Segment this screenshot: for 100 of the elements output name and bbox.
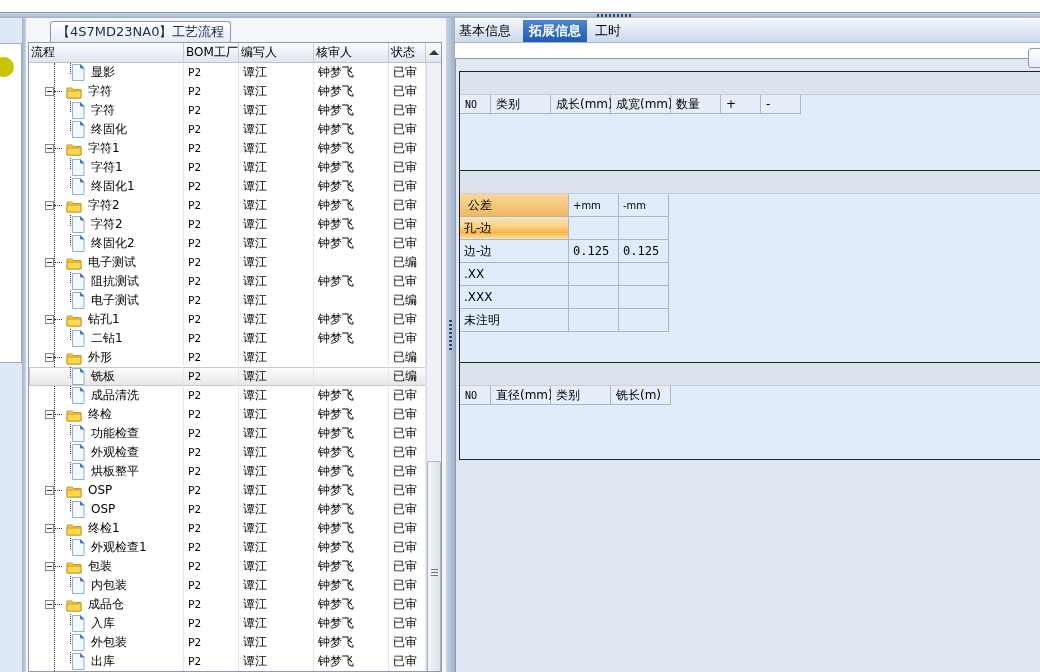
table-cell[interactable] [619,217,669,240]
table-cell[interactable] [619,286,669,309]
node-label: 内包装 [91,577,127,594]
column-header[interactable]: 铣长(m) [611,386,671,405]
table-cell[interactable]: 0.125 [569,240,619,263]
column-header[interactable]: 成长(mm) [551,95,611,114]
row-label[interactable]: 未注明 [460,309,569,332]
cell-text: 钟梦飞 [318,217,354,231]
cell-text: P2 [188,598,202,611]
tree-row[interactable]: 铣板 P2 谭江 已编 [29,367,426,386]
tab[interactable]: 工时 [591,20,625,42]
column-header[interactable]: - [761,95,801,114]
collapse-icon[interactable] [45,87,54,96]
tree-row[interactable]: 烘板整平 P2 谭江 钟梦飞 已审 [29,462,426,481]
cell-text: 已审 [393,312,417,326]
table-cell[interactable] [569,286,619,309]
tree-row[interactable]: 入库 P2 谭江 钟梦飞 已审 [29,614,426,633]
tree-row[interactable]: 终固化2 P2 谭江 钟梦飞 已审 [29,234,426,253]
table-cell[interactable] [619,263,669,286]
node-label: 外形 [88,349,112,366]
table-cell[interactable] [569,263,619,286]
collapse-icon[interactable] [45,410,54,419]
cell-text: 钟梦飞 [318,521,354,535]
cell-text: 谭江 [243,483,267,497]
table-cell[interactable] [569,309,619,332]
tree-row[interactable]: 功能检查 P2 谭江 钟梦飞 已审 [29,424,426,443]
file-icon [71,368,85,385]
column-header[interactable]: 编写人 [239,43,314,62]
tree-row[interactable]: 显影 P2 谭江 钟梦飞 已审 [29,63,426,82]
column-header[interactable]: 状态 [389,43,426,62]
collapse-icon[interactable] [45,144,54,153]
collapse-icon[interactable] [45,258,54,267]
tree-row[interactable]: 终固化 P2 谭江 钟梦飞 已审 [29,120,426,139]
scrollbar-thumb[interactable] [427,461,441,671]
column-header[interactable]: NO [460,386,491,405]
column-header[interactable]: 核审人 [314,43,389,62]
row-label[interactable]: 孔-边 [460,217,569,240]
tree-row[interactable]: 包装 P2 谭江 钟梦飞 已审 [29,557,426,576]
tree-row[interactable]: 字符1 P2 谭江 钟梦飞 已审 [29,158,426,177]
file-icon [71,273,85,290]
tree-row[interactable]: 字符 P2 谭江 钟梦飞 已审 [29,101,426,120]
splitter-grip-icon[interactable] [597,14,633,17]
collapse-icon[interactable] [45,524,54,533]
tree-row[interactable]: OSP P2 谭江 钟梦飞 已审 [29,500,426,519]
collapse-icon[interactable] [45,353,54,362]
tab[interactable]: 拓展信息 [523,20,587,42]
tree-row[interactable]: 终检 P2 谭江 钟梦飞 已审 [29,405,426,424]
column-header[interactable]: -mm [619,194,669,217]
tree-row[interactable]: 电子测试 P2 谭江 已编 [29,253,426,272]
column-header[interactable]: NO [460,95,491,114]
tree-row[interactable]: 内包装 P2 谭江 钟梦飞 已审 [29,576,426,595]
node-label: 外观检查1 [91,539,147,556]
tree-row[interactable]: 成品清洗 P2 谭江 钟梦飞 已审 [29,386,426,405]
scroll-up-icon[interactable] [429,50,439,55]
collapse-icon[interactable] [45,486,54,495]
column-header[interactable]: 类别 [551,386,611,405]
tree-row[interactable]: 钻孔1 P2 谭江 钟梦飞 已审 [29,310,426,329]
tree-row[interactable]: 外观检查 P2 谭江 钟梦飞 已审 [29,443,426,462]
side-button[interactable] [1028,48,1040,68]
tree-row[interactable]: OSP P2 谭江 钟梦飞 已审 [29,481,426,500]
row-label[interactable]: .XXX [460,286,569,309]
table-cell[interactable] [619,309,669,332]
tree-row[interactable]: 出库 P2 谭江 钟梦飞 已审 [29,652,426,671]
table-cell[interactable]: 0.125 [619,240,669,263]
column-header[interactable]: 类别 [491,95,551,114]
collapse-icon[interactable] [45,600,54,609]
column-header[interactable]: BOM工厂 [184,43,239,62]
table-cell[interactable] [569,217,619,240]
row-label[interactable]: .XX [460,263,569,286]
tree-row[interactable]: 终固化1 P2 谭江 钟梦飞 已审 [29,177,426,196]
collapse-icon[interactable] [45,315,54,324]
column-header[interactable]: 流程 [29,43,184,62]
cell-text: 已审 [393,483,417,497]
tree-row[interactable]: 外包装 P2 谭江 钟梦飞 已审 [29,633,426,652]
collapse-icon[interactable] [45,562,54,571]
column-header[interactable]: +mm [569,194,619,217]
tab[interactable]: 基本信息 [455,20,515,42]
cell-text: 谭江 [243,635,267,649]
column-header[interactable]: 成宽(mm) [611,95,671,114]
column-header[interactable]: 直径(mm) [491,386,551,405]
tree-row[interactable]: 字符2 P2 谭江 钟梦飞 已审 [29,196,426,215]
tree-row[interactable]: 阻抗测试 P2 谭江 钟梦飞 已审 [29,272,426,291]
tree-row[interactable]: 二钻1 P2 谭江 钟梦飞 已审 [29,329,426,348]
cell-text: 钟梦飞 [318,103,354,117]
tree-row[interactable]: 字符1 P2 谭江 钟梦飞 已审 [29,139,426,158]
tree-row[interactable]: 字符 P2 谭江 钟梦飞 已审 [29,82,426,101]
column-header[interactable]: + [721,95,761,114]
cell-text: 钟梦飞 [318,331,354,345]
splitter-grip-icon[interactable] [449,320,452,350]
collapse-icon[interactable] [45,201,54,210]
tree-row[interactable]: 字符2 P2 谭江 钟梦飞 已审 [29,215,426,234]
tree-row[interactable]: 终检1 P2 谭江 钟梦飞 已审 [29,519,426,538]
folder-icon [66,255,82,270]
tree-row[interactable]: 成品仓 P2 谭江 钟梦飞 已审 [29,595,426,614]
row-label[interactable]: 边-边 [460,240,569,263]
tree-row[interactable]: 电子测试 P2 谭江 已编 [29,291,426,310]
cell-text: 钟梦飞 [318,464,354,478]
column-header[interactable]: 数量 [671,95,721,114]
column-header[interactable]: 公差 [460,194,569,217]
tree-row[interactable]: 外观检查1 P2 谭江 钟梦飞 已审 [29,538,426,557]
